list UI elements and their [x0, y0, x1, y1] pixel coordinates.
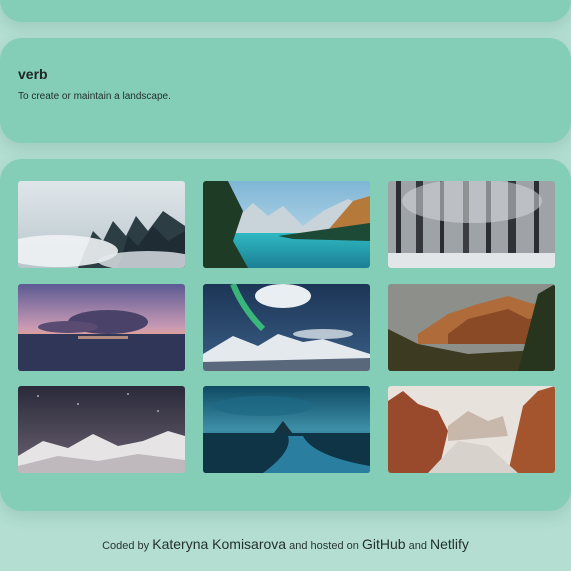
- footer-hosted-on: and hosted on: [289, 540, 359, 552]
- page: verb To create or maintain a landscape.: [0, 0, 571, 571]
- island-river-photo[interactable]: [203, 386, 370, 473]
- snowy-forest-photo[interactable]: [388, 181, 555, 268]
- part-of-speech: verb: [18, 66, 48, 82]
- sunset-sea-photo[interactable]: [18, 284, 185, 371]
- canyon-cliffs-photo[interactable]: [388, 284, 555, 371]
- definition-text: To create or maintain a landscape.: [18, 91, 171, 102]
- photo-gallery: [0, 159, 571, 511]
- footer: Coded by Kateryna Komisarova and hosted …: [0, 536, 571, 552]
- mountain-lake-photo[interactable]: [203, 181, 370, 268]
- red-canyon-snow-photo[interactable]: [388, 386, 555, 473]
- misty-forest-photo[interactable]: [18, 181, 185, 268]
- footer-coded-by: Coded by: [102, 540, 150, 552]
- previous-card: [0, 0, 571, 22]
- aurora-mountains-photo[interactable]: [203, 284, 370, 371]
- author-link[interactable]: Kateryna Komisarova: [152, 536, 286, 552]
- netlify-link[interactable]: Netlify: [430, 536, 469, 552]
- footer-and: and: [408, 540, 427, 552]
- starry-snow-mountains-photo[interactable]: [18, 386, 185, 473]
- definition-card: verb To create or maintain a landscape.: [0, 38, 571, 143]
- github-link[interactable]: GitHub: [362, 536, 406, 552]
